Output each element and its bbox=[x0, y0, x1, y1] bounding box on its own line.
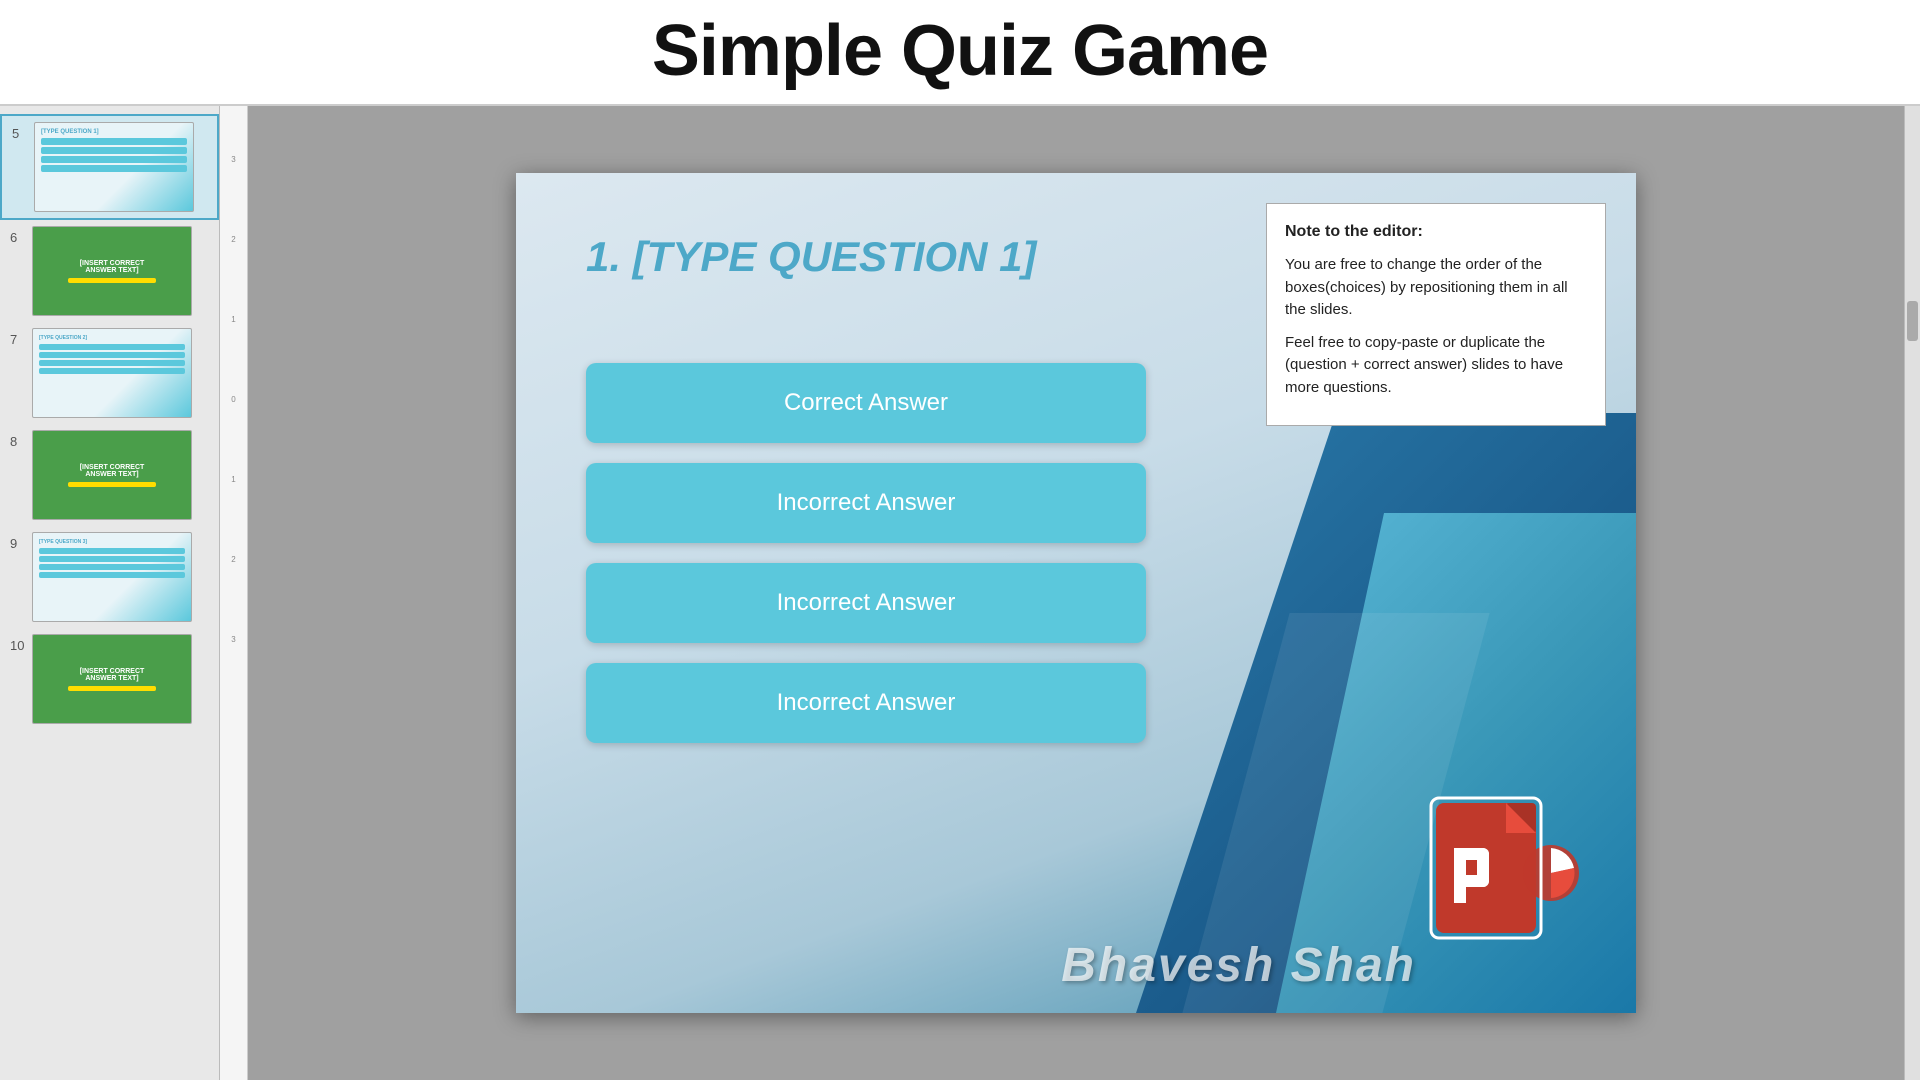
main-area: 5 [TYPE QUESTION 1] 6 [INSERT CORRECTANS… bbox=[0, 106, 1920, 1080]
slide-canvas-area: Note to the editor: You are free to chan… bbox=[248, 106, 1904, 1080]
answer-btn-4[interactable]: Incorrect Answer bbox=[586, 663, 1146, 743]
slide-panel[interactable]: 5 [TYPE QUESTION 1] 6 [INSERT CORRECTANS… bbox=[0, 106, 220, 1080]
slide-preview-9: [TYPE QUESTION 3] bbox=[32, 532, 192, 622]
note-para-2: Feel free to copy-paste or duplicate the… bbox=[1285, 332, 1587, 400]
slide-preview-5: [TYPE QUESTION 1] bbox=[34, 122, 194, 212]
answer-btn-2[interactable]: Incorrect Answer bbox=[586, 463, 1146, 543]
answer-btn-3[interactable]: Incorrect Answer bbox=[586, 563, 1146, 643]
answer-btn-1[interactable]: Correct Answer bbox=[586, 363, 1146, 443]
slide-num-7: 7 bbox=[10, 332, 26, 347]
slide-preview-10: [INSERT CORRECTANSWER TEXT] bbox=[32, 634, 192, 724]
slide-thumbnail-6[interactable]: 6 [INSERT CORRECTANSWER TEXT] bbox=[0, 220, 219, 322]
ruler: 3 2 1 0 1 2 3 bbox=[220, 106, 248, 1080]
slide-num-6: 6 bbox=[10, 230, 26, 245]
answers-container: Correct Answer Incorrect Answer Incorrec… bbox=[586, 363, 1146, 743]
slide-num-8: 8 bbox=[10, 434, 26, 449]
slide-thumbnail-8[interactable]: 8 [INSERT CORRECTANSWER TEXT] bbox=[0, 424, 219, 526]
slide-preview-6: [INSERT CORRECTANSWER TEXT] bbox=[32, 226, 192, 316]
note-title: Note to the editor: bbox=[1285, 220, 1587, 244]
editor-note-box: Note to the editor: You are free to chan… bbox=[1266, 203, 1606, 426]
slide-num-5: 5 bbox=[12, 126, 28, 141]
slide-thumbnail-7[interactable]: 7 [TYPE QUESTION 2] bbox=[0, 322, 219, 424]
scrollbar-thumb[interactable] bbox=[1907, 301, 1918, 341]
slide: Note to the editor: You are free to chan… bbox=[516, 173, 1636, 1013]
slide-num-10: 10 bbox=[10, 638, 26, 653]
slide-preview-7: [TYPE QUESTION 2] bbox=[32, 328, 192, 418]
watermark-text: Bhavesh Shah bbox=[1061, 938, 1416, 993]
slide-thumbnail-5[interactable]: 5 [TYPE QUESTION 1] bbox=[0, 114, 219, 220]
vertical-scrollbar[interactable] bbox=[1904, 106, 1920, 1080]
title-bar: Simple Quiz Game bbox=[0, 0, 1920, 106]
slide-num-9: 9 bbox=[10, 536, 26, 551]
note-para-1: You are free to change the order of the … bbox=[1285, 254, 1587, 322]
slide-preview-8: [INSERT CORRECTANSWER TEXT] bbox=[32, 430, 192, 520]
slide-thumbnail-10[interactable]: 10 [INSERT CORRECTANSWER TEXT] bbox=[0, 628, 219, 730]
powerpoint-logo bbox=[1426, 793, 1586, 953]
page-title: Simple Quiz Game bbox=[0, 10, 1920, 92]
slide-thumbnail-9[interactable]: 9 [TYPE QUESTION 3] bbox=[0, 526, 219, 628]
question-text: 1. [TYPE QUESTION 1] bbox=[586, 233, 1036, 281]
